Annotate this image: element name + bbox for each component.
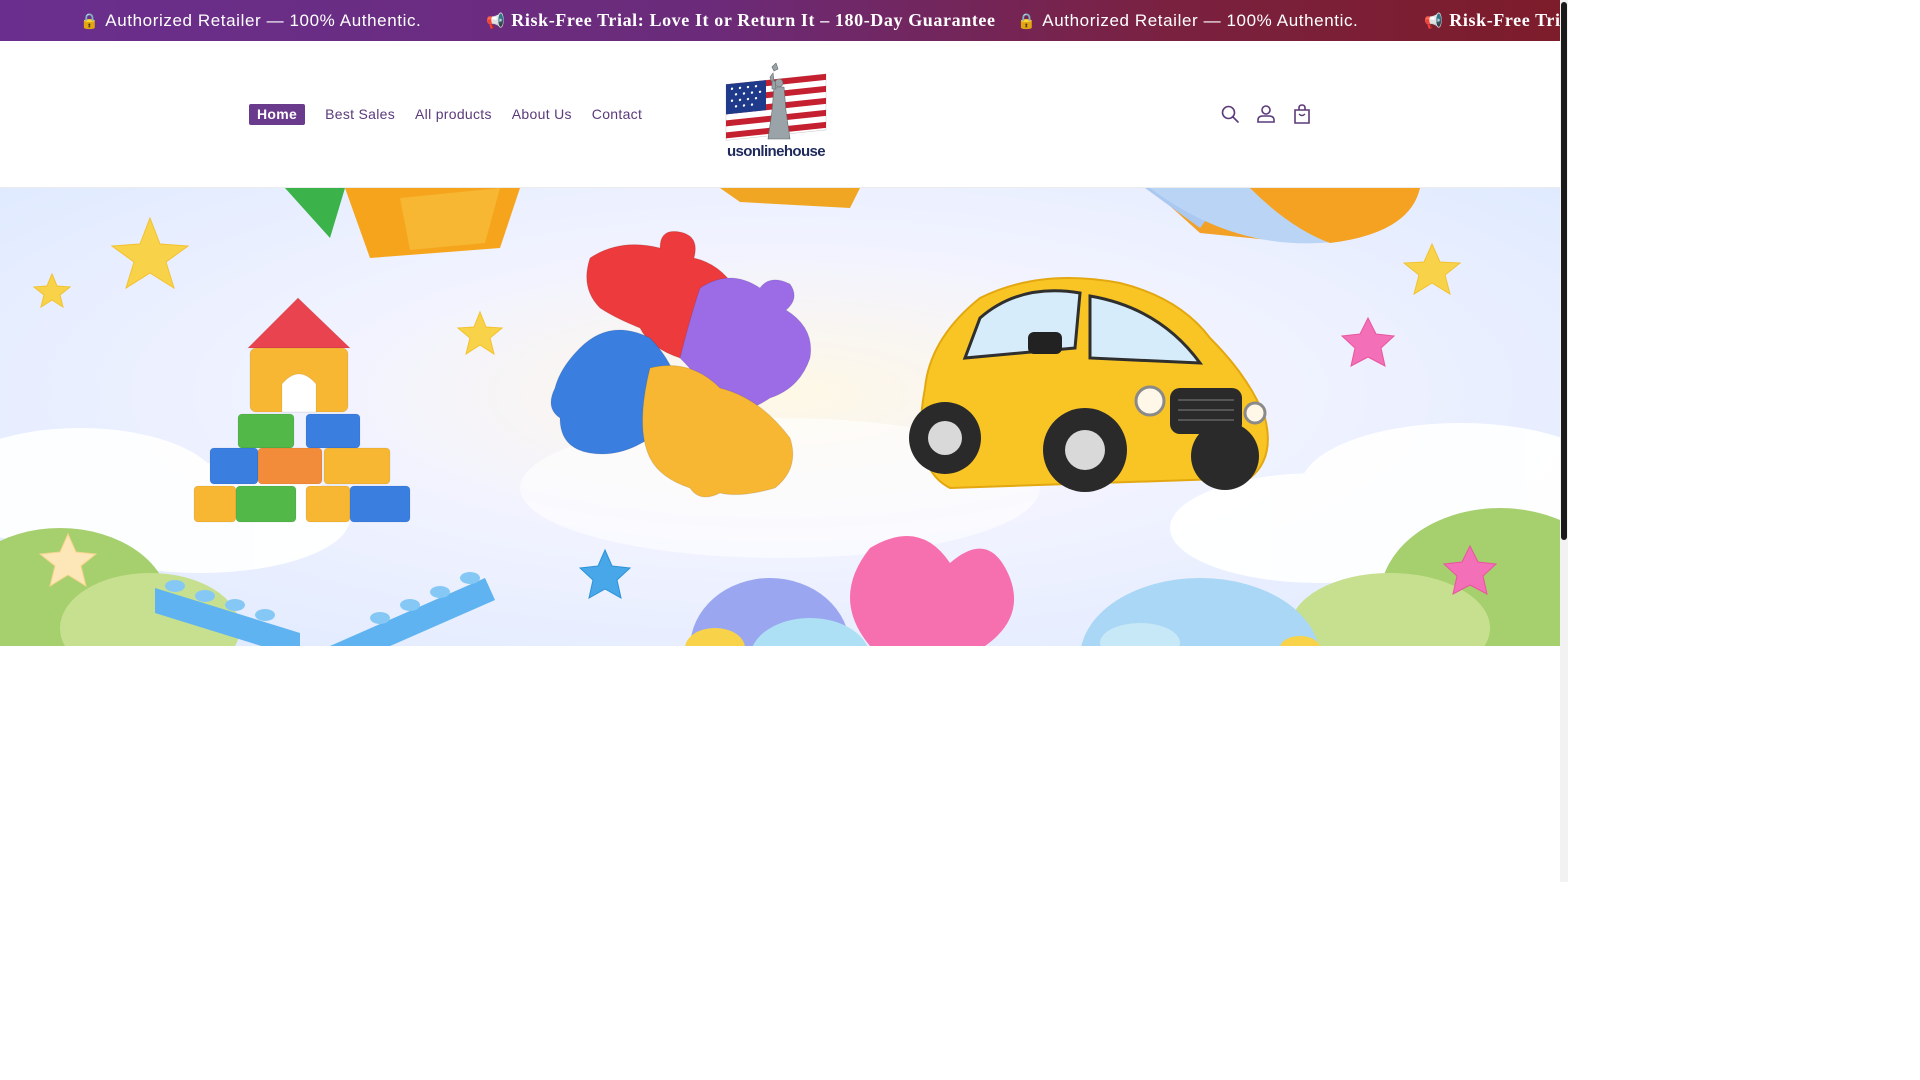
megaphone-icon: 📢: [486, 14, 506, 30]
announcement-bar: 🔒 Authorized Retailer — 100% Authentic. 📢…: [0, 0, 1560, 41]
announcement-message: 🔒 Authorized Retailer — 100% Authentic.: [1017, 0, 1358, 41]
nav-home[interactable]: Home: [249, 104, 306, 125]
announcement-message: 🔒 Authorized Retailer — 100% Authentic.: [80, 0, 421, 41]
hero-banner[interactable]: [0, 188, 1560, 646]
main-nav: Home Best Sales All products About Us Co…: [249, 104, 662, 125]
site-header: Home Best Sales All products About Us Co…: [0, 41, 1560, 188]
account-icon[interactable]: [1254, 102, 1278, 126]
page-scrollbar[interactable]: [1560, 0, 1568, 882]
header-icons: [1218, 102, 1326, 126]
scrollbar-thumb[interactable]: [1561, 2, 1567, 540]
nav-best-sales[interactable]: Best Sales: [325, 104, 395, 125]
search-icon[interactable]: [1218, 102, 1242, 126]
nav-about-us[interactable]: About Us: [512, 104, 572, 125]
announcement-message: 📢Risk-Free Trial: Love It or Return It –…: [486, 0, 996, 41]
logo-flag-statue-image: [725, 62, 827, 141]
lock-icon: 🔒: [1017, 13, 1037, 30]
cart-icon[interactable]: [1290, 102, 1314, 126]
logo-wordmark: usonlinehouse: [726, 143, 826, 160]
announcement-message: 📢Risk-Free Trial: Love It or Return It –…: [1424, 0, 1560, 41]
hero-toys-illustration: [0, 188, 1560, 646]
lock-icon: 🔒: [80, 13, 100, 30]
nav-all-products[interactable]: All products: [415, 104, 492, 125]
nav-contact[interactable]: Contact: [592, 104, 642, 125]
site-logo[interactable]: usonlinehouse: [720, 62, 832, 161]
megaphone-icon: 📢: [1424, 14, 1444, 30]
